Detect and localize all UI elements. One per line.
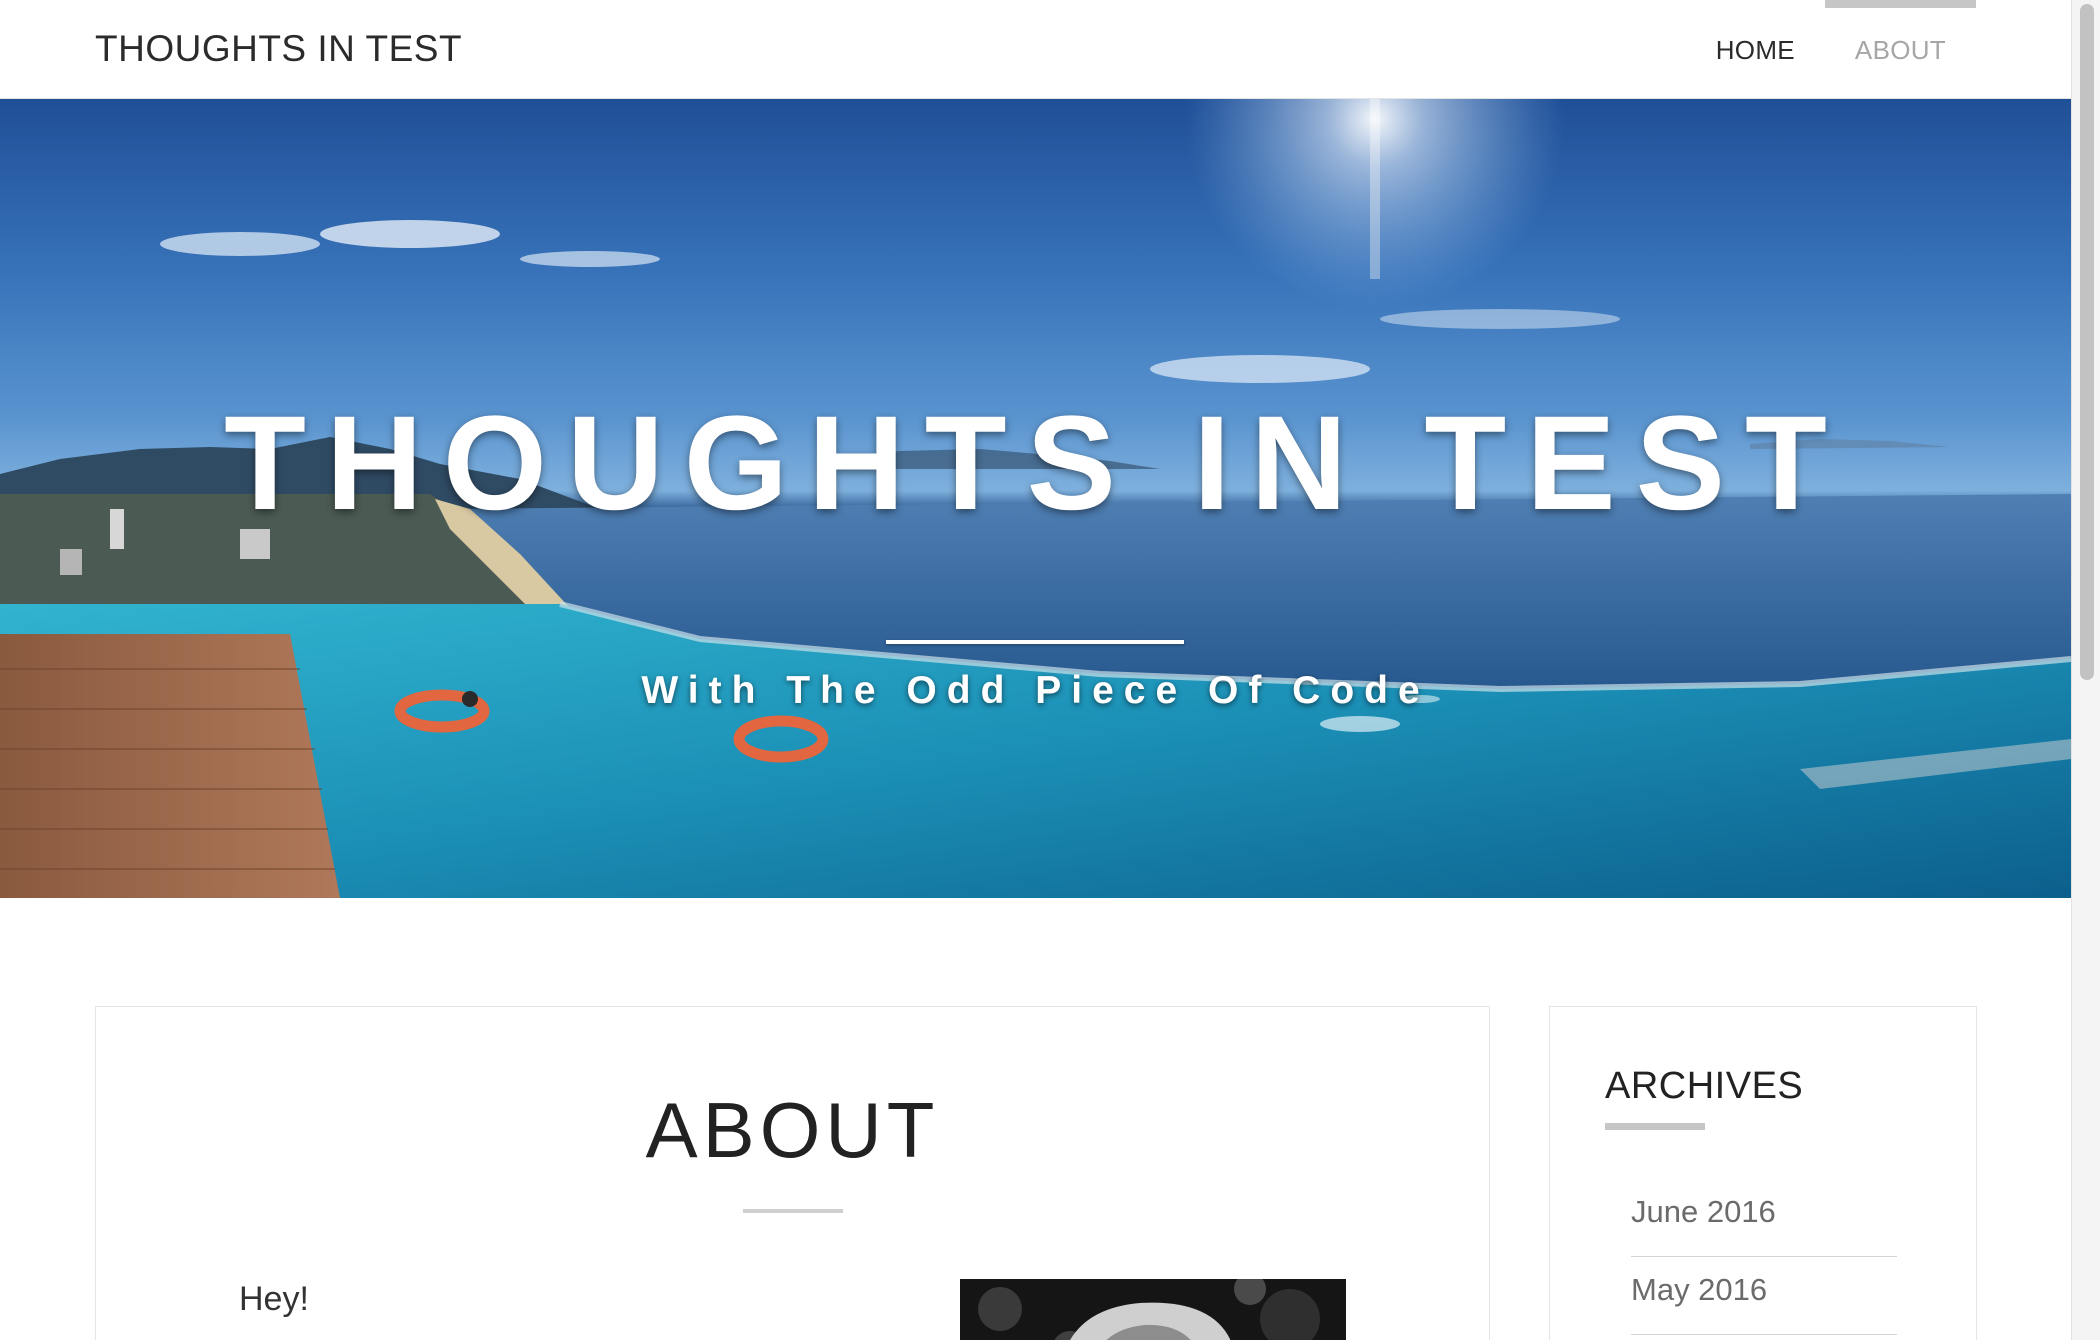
title-divider [743, 1209, 843, 1213]
page-title: ABOUT [645, 1086, 940, 1174]
profile-photo [960, 1279, 1346, 1340]
main-nav: HOME ABOUT [1686, 0, 1977, 99]
hero-divider [886, 640, 1184, 644]
archive-item: May 2016 [1631, 1257, 1897, 1335]
archive-link-may-2016[interactable]: May 2016 [1631, 1270, 1767, 1310]
profile-photo-image [960, 1279, 1346, 1340]
intro-text: Hey! [239, 1280, 309, 1318]
nav-home-link[interactable]: HOME [1686, 0, 1825, 99]
hero-title: THOUGHTS IN TEST [224, 389, 1847, 538]
hero-subtitle: With The Odd Piece Of Code [641, 669, 1430, 712]
top-navbar: THOUGHTS IN TEST HOME ABOUT [0, 0, 2071, 99]
nav-about-link[interactable]: ABOUT [1824, 0, 1977, 99]
archives-title-underline [1605, 1123, 1705, 1130]
archive-item: June 2016 [1631, 1179, 1897, 1257]
scrollbar-thumb[interactable] [2080, 4, 2094, 680]
archives-title: ARCHIVES [1605, 1065, 1804, 1107]
archive-link-june-2016[interactable]: June 2016 [1631, 1192, 1776, 1232]
archives-widget: ARCHIVES June 2016 May 2016 [1549, 1006, 1977, 1340]
about-card: ABOUT Hey! [95, 1006, 1490, 1340]
vertical-scrollbar[interactable] [2071, 0, 2100, 1340]
site-brand-link[interactable]: THOUGHTS IN TEST [95, 26, 462, 72]
hero-banner: THOUGHTS IN TEST With The Odd Piece Of C… [0, 99, 2071, 898]
archives-list: June 2016 May 2016 [1631, 1179, 1897, 1335]
page: THOUGHTS IN TEST HOME ABOUT THOUGHTS IN … [0, 0, 2100, 1340]
